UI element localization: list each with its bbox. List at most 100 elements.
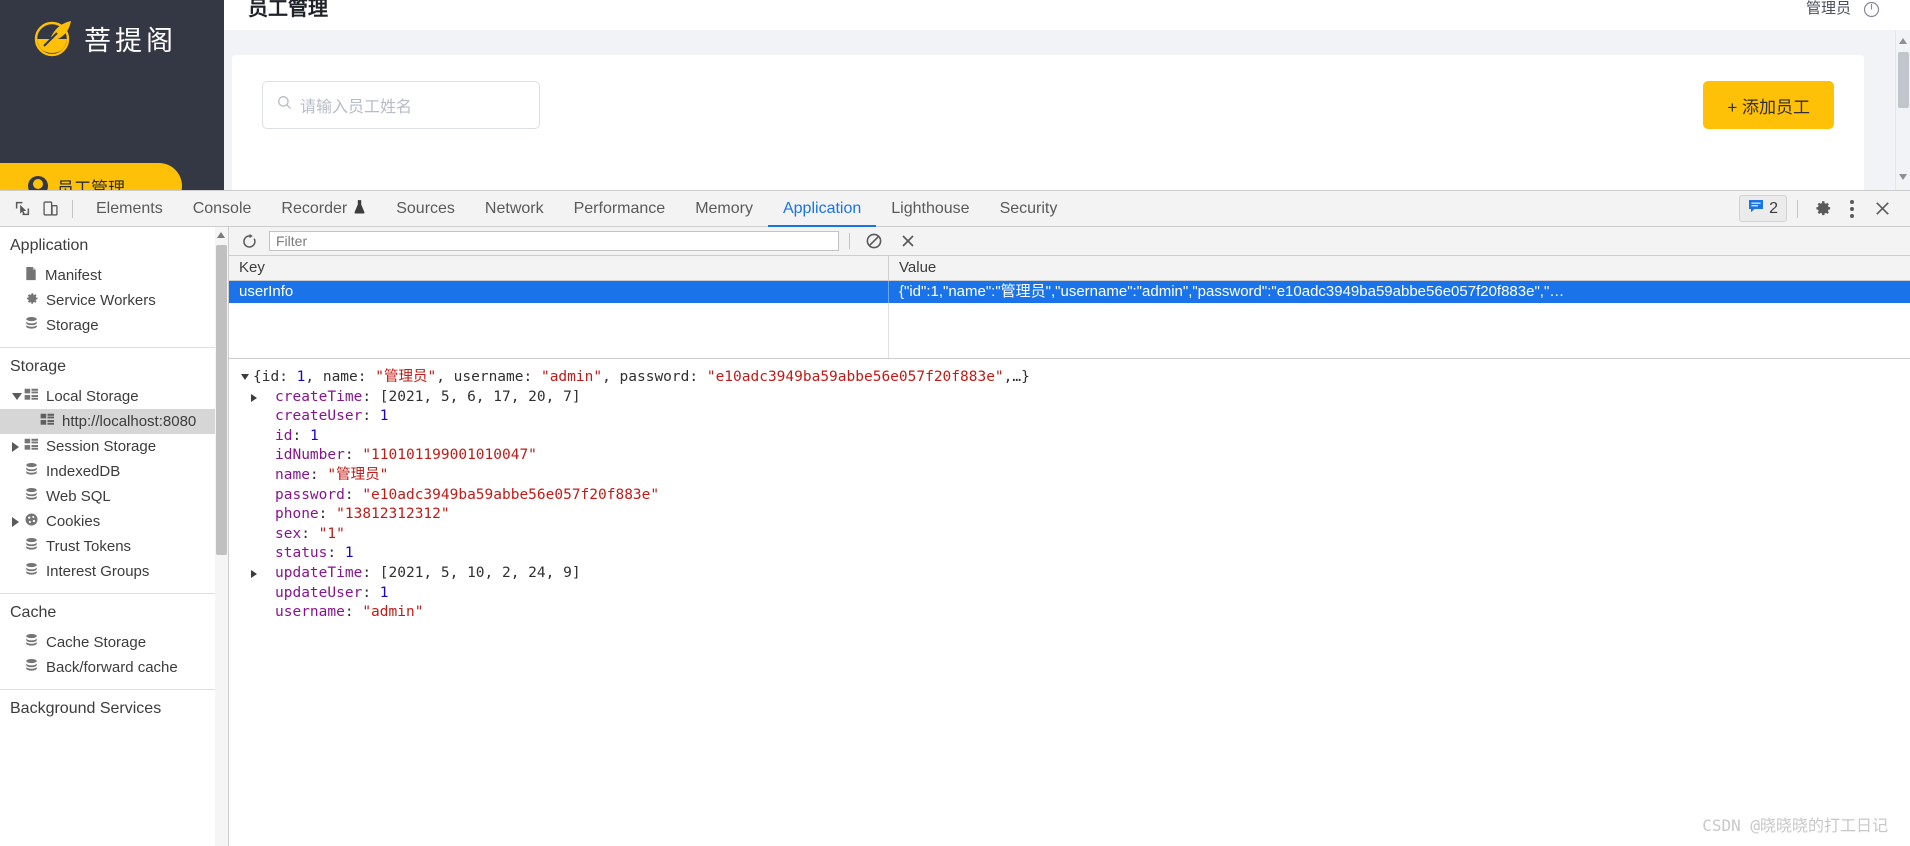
scroll-up-arrow-icon[interactable] [1899,38,1907,44]
search-input[interactable]: 请输入员工姓名 [262,81,540,129]
message-bubble-icon [1748,199,1764,218]
entry-key: status [275,545,328,562]
nav-item-label: Web SQL [46,488,111,505]
preview-entry-createUser[interactable]: createUser: 1 [239,407,1910,427]
chevron-right-icon[interactable] [251,393,257,402]
filter-input[interactable] [269,231,839,251]
entry-key: sex [275,525,302,542]
chevron-right-icon[interactable] [12,516,19,527]
kebab-menu-icon[interactable] [1838,195,1866,223]
tab-network[interactable]: Network [470,191,559,227]
scrollbar-thumb[interactable] [216,245,227,555]
table-header-row: Key Value [229,256,1910,281]
entry-value: "13812312312" [336,506,450,523]
preview-entry-id[interactable]: id: 1 [239,427,1910,447]
chevron-down-icon[interactable] [241,374,249,380]
tab-performance[interactable]: Performance [559,191,681,227]
power-icon[interactable] [1863,1,1880,18]
preview-entry-updateTime[interactable]: updateTime: [2021, 5, 10, 2, 24, 9] [239,564,1910,584]
entry-key: password [275,486,345,503]
database-icon [24,487,39,506]
clear-all-icon[interactable] [860,227,888,255]
nav-item-label: Local Storage [46,388,139,405]
table-empty-area [229,303,1910,358]
tab-console[interactable]: Console [178,191,267,227]
nav-item-manifest[interactable]: Manifest [0,263,228,288]
column-header-key[interactable]: Key [229,256,889,280]
nav-item-storage[interactable]: Storage [0,313,228,338]
close-icon[interactable] [1868,195,1896,223]
nav-item-label: Back/forward cache [46,659,178,676]
application-panel-scrollbar[interactable] [215,227,228,846]
tab-sources[interactable]: Sources [381,191,470,227]
nav-item-service-workers[interactable]: Service Workers [0,288,228,313]
entry-value: "admin" [362,604,424,621]
tab-lighthouse[interactable]: Lighthouse [876,191,984,227]
nav-item-session-storage[interactable]: Session Storage [0,434,228,459]
cookie-icon [24,512,39,531]
chevron-right-icon[interactable] [12,441,19,452]
device-toolbar-icon[interactable] [36,195,64,223]
devtools-toolbar-right: 2 [1739,195,1902,223]
add-employee-button[interactable]: + 添加员工 [1703,81,1834,129]
summary-password: "e10adc3949ba59abbe56e057f20f883e" [706,369,1004,385]
devtools-body: Application Manifest Service Workers Sto… [0,227,1910,846]
nav-item-web-sql[interactable]: Web SQL [0,484,228,509]
refresh-icon[interactable] [235,227,263,255]
leaf-bowl-logo-icon [32,16,76,60]
preview-entry-status[interactable]: status: 1 [239,544,1910,564]
gear-icon[interactable] [1808,195,1836,223]
message-count-badge[interactable]: 2 [1739,195,1787,222]
preview-entry-sex[interactable]: sex: "1" [239,525,1910,545]
preview-entry-name[interactable]: name: "管理员" [239,466,1910,486]
app-page-scrollbar[interactable] [1895,30,1910,190]
tab-application[interactable]: Application [768,191,876,227]
scroll-down-arrow-icon[interactable] [1899,174,1907,180]
storage-toolbar-divider [849,233,850,249]
chevron-right-icon[interactable] [251,569,257,578]
tab-elements[interactable]: Elements [81,191,178,227]
local-storage-view: Key Value userInfo {"id":1,"name":"管理员",… [229,227,1910,846]
tab-recorder[interactable]: Recorder [266,191,381,227]
scroll-up-arrow-icon[interactable] [217,232,225,238]
nav-item-label: Session Storage [46,438,157,455]
table-row[interactable]: userInfo {"id":1,"name":"管理员","username"… [229,281,1910,303]
nav-item-localhost-origin[interactable]: http://localhost:8080 [0,409,228,434]
devtools-toolbar: Elements Console Recorder Sources Networ… [0,191,1910,227]
entry-key: createTime [275,388,363,405]
tab-security[interactable]: Security [985,191,1073,227]
entry-key: createUser [275,408,363,425]
preview-entry-createTime[interactable]: createTime: [2021, 5, 6, 17, 20, 7] [239,388,1910,408]
search-placeholder: 请输入员工姓名 [300,99,413,116]
entry-key: phone [275,506,319,523]
column-header-value[interactable]: Value [889,256,1910,280]
entry-value: 1 [309,427,319,444]
preview-entry-password[interactable]: password: "e10adc3949ba59abbe56e057f20f8… [239,486,1910,506]
nav-item-indexeddb[interactable]: IndexedDB [0,459,228,484]
entry-key: username [275,604,345,621]
preview-entry-idNumber[interactable]: idNumber: "110101199001010047" [239,446,1910,466]
nav-item-back-forward-cache[interactable]: Back/forward cache [0,655,228,680]
nav-item-cache-storage[interactable]: Cache Storage [0,630,228,655]
summary-name: "管理员" [375,369,437,385]
delete-selected-icon[interactable] [894,227,922,255]
storage-grid-icon [40,413,55,430]
nav-item-local-storage[interactable]: Local Storage [0,384,228,409]
tab-label: Network [484,199,544,217]
preview-entry-updateUser[interactable]: updateUser: 1 [239,584,1910,604]
devtools-window: Elements Console Recorder Sources Networ… [0,190,1910,846]
sidebar-item-employee-management[interactable]: 员工管理 [0,163,182,190]
nav-item-trust-tokens[interactable]: Trust Tokens [0,534,228,559]
nav-item-cookies[interactable]: Cookies [0,509,228,534]
preview-summary-line[interactable]: {id: 1, name: "管理员", username: "admin", … [239,368,1910,388]
section-title-storage: Storage [10,358,67,375]
chevron-down-icon[interactable] [12,393,22,400]
inspect-cursor-icon[interactable] [8,195,36,223]
app-main: 员工管理 管理员 请输入员工姓名 + 添加员工 [224,0,1910,190]
preview-entry-phone[interactable]: phone: "13812312312" [239,505,1910,525]
scrollbar-thumb[interactable] [1898,52,1909,108]
tab-memory[interactable]: Memory [680,191,768,227]
nav-item-interest-groups[interactable]: Interest Groups [0,559,228,584]
preview-entry-username[interactable]: username: "admin" [239,603,1910,623]
search-icon [277,95,292,115]
